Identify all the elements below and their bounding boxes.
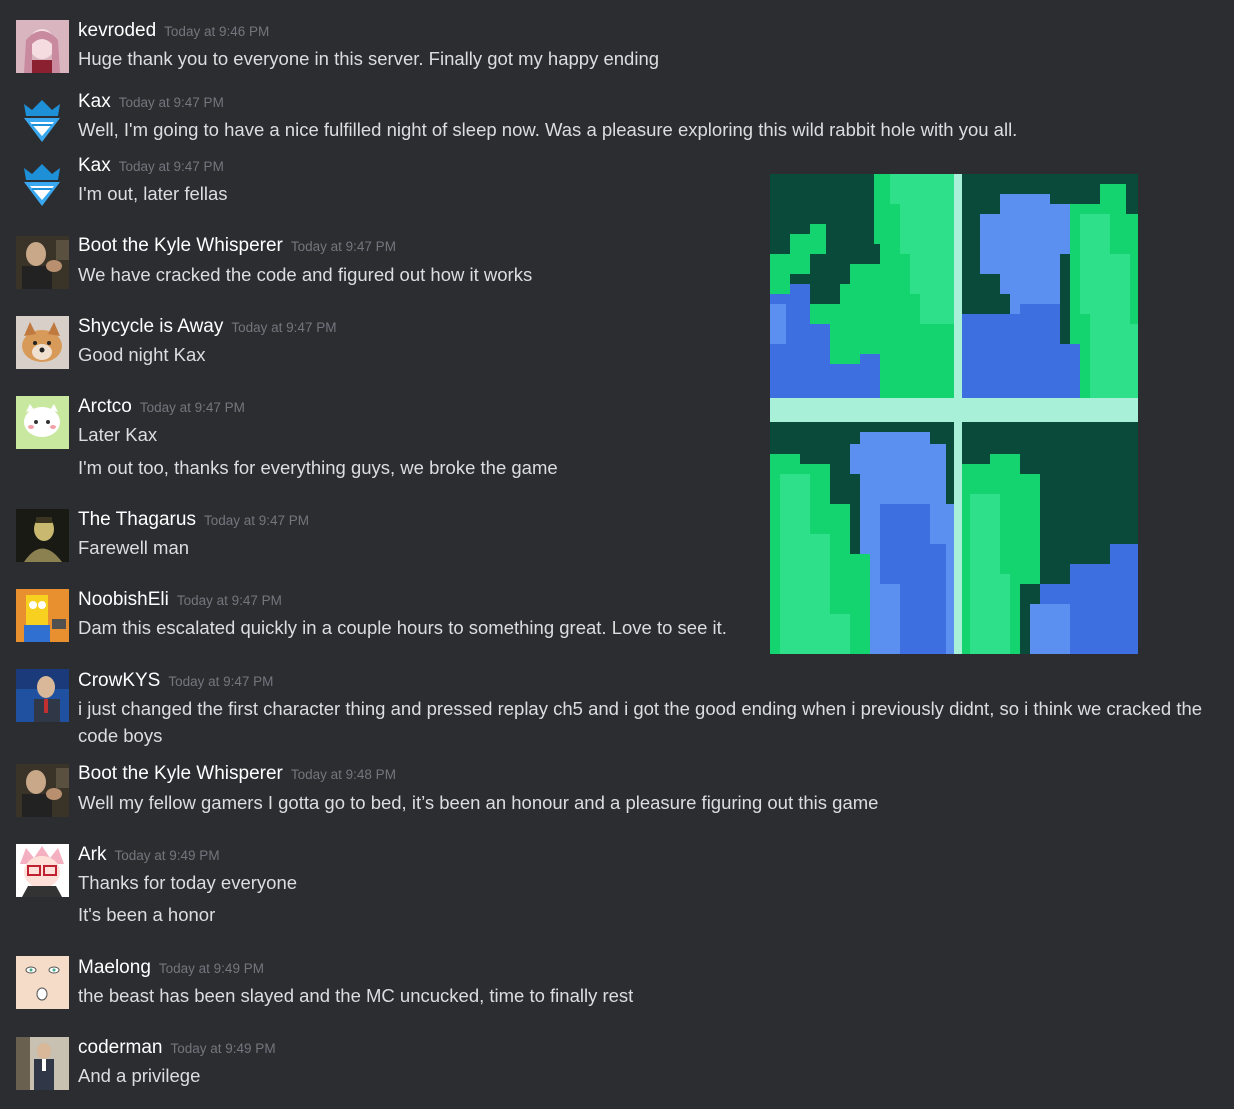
panel-top-left	[770, 174, 954, 398]
avatar-boot-the-kyle-whisperer[interactable]	[16, 764, 69, 817]
avatar-arctco[interactable]	[16, 396, 69, 449]
message-text: Later Kax	[78, 424, 158, 445]
message-text: Thanks for today everyone	[78, 872, 298, 893]
timestamp[interactable]: Today at 9:47 PM	[140, 400, 245, 415]
message-text: i just changed the first character thing…	[78, 698, 1203, 746]
username[interactable]: CrowKYS	[78, 670, 160, 691]
message-text: I'm out too, thanks for everything guys,…	[78, 457, 558, 478]
username[interactable]: NoobishEli	[78, 589, 169, 610]
avatar-crowkys[interactable]	[16, 669, 69, 722]
username[interactable]: Kax	[78, 91, 111, 112]
avatar-kax[interactable]	[16, 156, 69, 209]
message-text: Huge thank you to everyone in this serve…	[78, 48, 660, 69]
username[interactable]: Shycycle is Away	[78, 316, 223, 337]
timestamp[interactable]: Today at 9:47 PM	[168, 674, 273, 689]
timestamp[interactable]: Today at 9:47 PM	[177, 593, 282, 608]
timestamp[interactable]: Today at 9:47 PM	[119, 159, 224, 174]
timestamp[interactable]: Today at 9:46 PM	[164, 24, 269, 39]
window-frame-horizontal	[770, 398, 1138, 422]
username[interactable]: Boot the Kyle Whisperer	[78, 235, 283, 256]
username[interactable]: coderman	[78, 1037, 163, 1058]
timestamp[interactable]: Today at 9:49 PM	[115, 848, 220, 863]
timestamp[interactable]: Today at 9:47 PM	[119, 95, 224, 110]
message-text: And a privilege	[78, 1065, 201, 1086]
message-text: Dam this escalated quickly in a couple h…	[78, 617, 727, 638]
timestamp[interactable]: Today at 9:47 PM	[204, 513, 309, 528]
message-text: I'm out, later fellas	[78, 183, 228, 204]
message-text: Good night Kax	[78, 344, 206, 365]
username[interactable]: Kax	[78, 155, 111, 176]
message-text: We have cracked the code and figured out…	[78, 264, 533, 285]
avatar-shycycle[interactable]	[16, 316, 69, 369]
timestamp[interactable]: Today at 9:47 PM	[231, 320, 336, 335]
message-text: Farewell man	[78, 537, 190, 558]
username[interactable]: Boot the Kyle Whisperer	[78, 763, 283, 784]
message-text: It's been a honor	[78, 904, 216, 925]
timestamp[interactable]: Today at 9:49 PM	[171, 1041, 276, 1056]
avatar-coderman[interactable]	[16, 1037, 69, 1090]
timestamp[interactable]: Today at 9:48 PM	[291, 767, 396, 782]
message-text: Well, I'm going to have a nice fulfilled…	[78, 119, 1018, 140]
timestamp[interactable]: Today at 9:49 PM	[159, 961, 264, 976]
username[interactable]: Maelong	[78, 957, 151, 978]
image-attachment[interactable]	[770, 174, 1138, 654]
avatar-kax[interactable]	[16, 92, 69, 145]
username[interactable]: The Thagarus	[78, 509, 196, 530]
message-text: the beast has been slayed and the MC unc…	[78, 985, 634, 1006]
panel-bottom-right	[962, 422, 1138, 654]
avatar-kevroded[interactable]	[16, 20, 69, 73]
panel-bottom-left	[770, 422, 954, 654]
timestamp[interactable]: Today at 9:47 PM	[291, 239, 396, 254]
message-text: Well my fellow gamers I gotta go to bed,…	[78, 792, 879, 813]
avatar-maelong[interactable]	[16, 956, 69, 1009]
username[interactable]: Ark	[78, 844, 107, 865]
username[interactable]: kevroded	[78, 20, 156, 41]
avatar-the-thagarus[interactable]	[16, 509, 69, 562]
panel-top-right	[962, 174, 1138, 398]
avatar-boot-the-kyle-whisperer[interactable]	[16, 236, 69, 289]
avatar-ark[interactable]	[16, 844, 69, 897]
avatar-noobisheli[interactable]	[16, 589, 69, 642]
username[interactable]: Arctco	[78, 396, 132, 417]
